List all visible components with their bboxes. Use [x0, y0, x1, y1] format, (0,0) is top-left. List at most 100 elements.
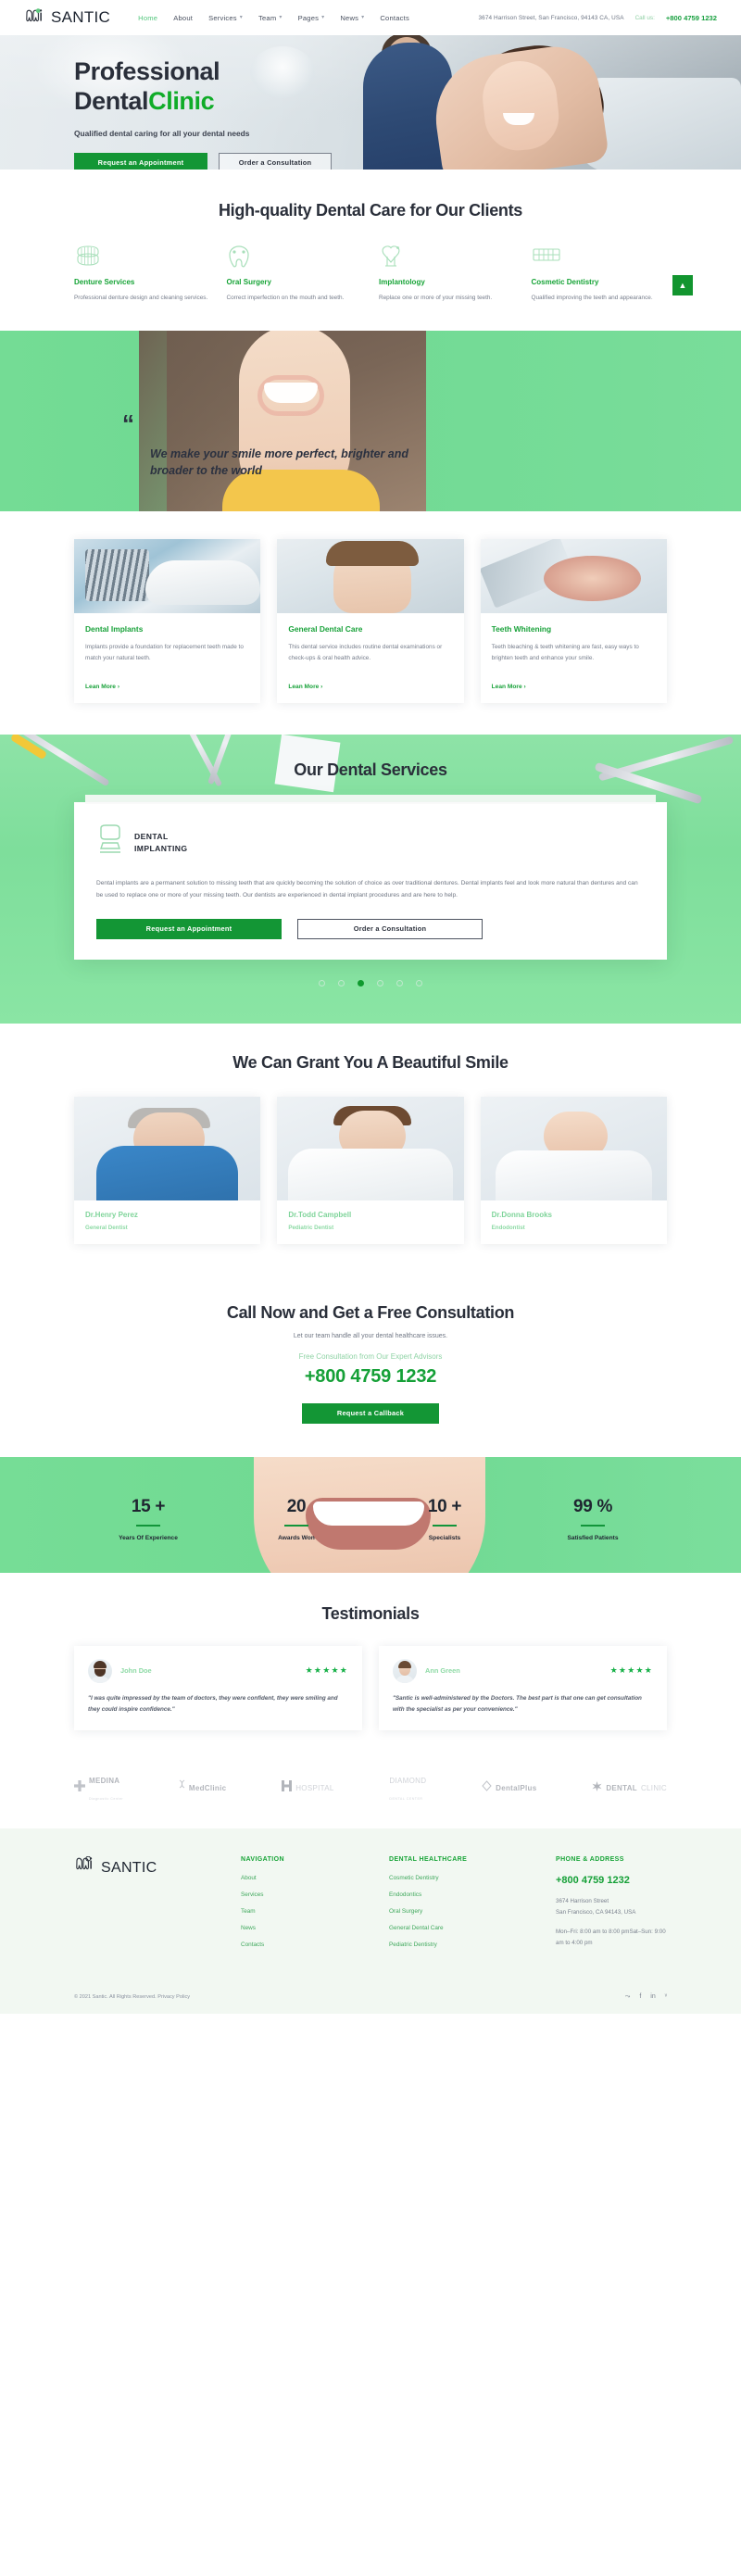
partner-logo-diamond[interactable]: DIAMOND DENTAL CENTER [389, 1771, 426, 1804]
request-callback-button[interactable]: Request a Callback [302, 1402, 439, 1424]
teeth-whitening-image [480, 539, 667, 614]
partner-sub: Diagnostic Center [89, 1797, 124, 1802]
feature-card[interactable]: Dental Implants Implants provide a found… [74, 539, 261, 704]
partner-logo-hospital[interactable]: HOSPITAL [282, 1779, 333, 1796]
footer-brand: SANTIC [74, 1855, 232, 1958]
cross-icon [74, 1779, 85, 1796]
dental-service-buttons: Request an Appointment Order a Consultat… [96, 918, 645, 939]
service-item[interactable]: Implantology Replace one or more of your… [379, 245, 515, 303]
avatar-coat-decor [396, 1676, 414, 1683]
slider-dot-6[interactable] [416, 979, 422, 986]
nav-item-pages[interactable]: Pages ▾ [298, 14, 325, 22]
rss-icon[interactable]: ⤳ [625, 1993, 631, 2001]
footer-link-news[interactable]: News [241, 1925, 380, 1931]
cta-section: Call Now and Get a Free Consultation Let… [0, 1275, 741, 1457]
member-coat-decor [288, 1148, 453, 1200]
team-member-card[interactable]: Dr.Todd Campbell Pediatric Dentist [277, 1096, 464, 1244]
facebook-icon[interactable]: f [639, 1993, 641, 2001]
feature-card-body: Teeth Whitening Teeth bleaching & teeth … [481, 613, 667, 703]
stats-section: 15 + Years Of Experience 20 Awards Won 1… [0, 1456, 741, 1573]
nav-item-news[interactable]: News ▾ [340, 14, 364, 22]
partner-name-secondary: CLINIC [640, 1783, 667, 1792]
footer-link-services[interactable]: Services [241, 1891, 380, 1898]
site-logo[interactable]: SANTIC [24, 8, 110, 27]
footer-bottom-bar: © 2021 Santic. All Rights Reserved. Priv… [74, 1982, 667, 2014]
team-member-card[interactable]: Dr.Henry Perez General Dentist [74, 1096, 261, 1244]
social-links: ⤳ f in ᵛ [625, 1993, 667, 2001]
nav-item-team[interactable]: Team ▾ [258, 14, 283, 22]
hero-order-consultation-button[interactable]: Order a Consultation [219, 152, 332, 170]
footer-link-general-dental-care[interactable]: General Dental Care [389, 1925, 546, 1931]
partner-logo-dentalclinic[interactable]: DENTAL CLINIC [592, 1779, 667, 1796]
feature-card[interactable]: General Dental Care This dental service … [277, 539, 464, 704]
nav-item-about[interactable]: About [173, 14, 193, 22]
hero-subtitle: Qualified dental caring for all your den… [74, 128, 250, 138]
footer-link-team[interactable]: Team [241, 1908, 380, 1915]
team-member-card[interactable]: Dr.Donna Brooks Endodontist [480, 1096, 667, 1244]
hero-request-appointment-button[interactable]: Request an Appointment [74, 152, 207, 170]
rating-stars: ★★★★★ [609, 1665, 653, 1676]
services-grid: Denture Services Professional denture de… [74, 245, 667, 303]
learn-more-link[interactable]: Lean More › [85, 684, 249, 690]
dna-icon [179, 1779, 185, 1796]
dental-service-title: DENTAL IMPLANTING [134, 831, 187, 855]
learn-more-link[interactable]: Lean More › [492, 684, 656, 690]
footer-container: SANTIC NAVIGATION About Services Team Ne… [74, 1855, 667, 2014]
learn-more-link[interactable]: Lean More › [288, 684, 452, 690]
nav-item-contacts[interactable]: Contacts [380, 14, 409, 22]
cta-subtitle: Let our team handle all your dental heal… [293, 1332, 448, 1339]
footer-link-pediatric-dentistry[interactable]: Pediatric Dentistry [389, 1941, 546, 1948]
h-icon [282, 1779, 293, 1796]
slider-dot-2[interactable] [338, 979, 345, 986]
stat-divider [433, 1524, 457, 1527]
service-request-appointment-button[interactable]: Request an Appointment [96, 918, 282, 939]
service-order-consultation-button[interactable]: Order a Consultation [297, 918, 483, 939]
footer-link-about[interactable]: About [241, 1875, 380, 1881]
linkedin-icon[interactable]: in [650, 1993, 655, 2001]
nav-label: Home [138, 13, 158, 22]
footer-link-oral-surgery[interactable]: Oral Surgery [389, 1908, 546, 1915]
nav-label: Team [258, 13, 277, 22]
slider-dot-3[interactable] [358, 979, 364, 986]
footer-link-contacts[interactable]: Contacts [241, 1941, 380, 1948]
partner-logo-medina[interactable]: MEDINA Diagnostic Center [74, 1771, 123, 1804]
main-nav: Home About Services ▾ Team ▾ Pages ▾ News ▾ … [138, 14, 409, 22]
stat-divider [581, 1524, 605, 1527]
feature-card[interactable]: Teeth Whitening Teeth bleaching & teeth … [480, 539, 667, 704]
partner-logo-dentalplus[interactable]: DentalPlus [482, 1779, 536, 1796]
footer-link-endodontics[interactable]: Endodontics [389, 1891, 546, 1898]
footer-phone[interactable]: +800 4759 1232 [556, 1875, 667, 1886]
stat-divider [284, 1524, 308, 1527]
scroll-to-top-button[interactable]: ▲ [672, 275, 693, 295]
tooth-logo-icon [74, 1855, 98, 1879]
slider-dot-5[interactable] [396, 979, 403, 986]
service-item[interactable]: Oral Surgery Correct imperfection on the… [227, 245, 363, 303]
footer-nav-heading: NAVIGATION [241, 1856, 284, 1864]
nav-item-services[interactable]: Services ▾ [208, 14, 243, 22]
team-member-info: Dr.Henry Perez General Dentist [74, 1200, 260, 1244]
hero-section: Professional DentalClinic Qualified dent… [0, 35, 741, 170]
partner-name: DentalPlus [496, 1783, 537, 1792]
service-title: Oral Surgery [226, 278, 271, 286]
partner-name-block: MEDINA Diagnostic Center [89, 1771, 123, 1804]
arrow-up-icon: ▲ [678, 281, 687, 290]
testimonial-text: "I was quite impressed by the team of do… [88, 1694, 338, 1713]
nav-item-home[interactable]: Home [138, 14, 157, 22]
service-item[interactable]: Denture Services Professional denture de… [74, 245, 210, 303]
nav-label: Contacts [380, 13, 409, 22]
partner-logo-medclinic[interactable]: MedClinic [179, 1779, 226, 1796]
feature-card-body: Dental Implants Implants provide a found… [74, 613, 260, 703]
slider-dot-4[interactable] [377, 979, 383, 986]
twitter-icon[interactable]: ᵛ [665, 1993, 667, 2001]
dental-services-section: Our Dental Services DENTAL IMPLANTING De… [0, 735, 741, 1024]
footer-logo[interactable]: SANTIC [74, 1855, 232, 1879]
dental-services-heading: Our Dental Services [294, 760, 447, 780]
header-phone[interactable]: +800 4759 1232 [666, 14, 717, 22]
team-member-name: Dr.Henry Perez [85, 1210, 138, 1219]
cta-phone[interactable]: +800 4759 1232 [74, 1366, 667, 1388]
braces-icon [532, 245, 668, 269]
service-item[interactable]: Cosmetic Dentistry Qualified improving t… [532, 245, 668, 303]
footer-link-cosmetic-dentistry[interactable]: Cosmetic Dentistry [389, 1875, 546, 1881]
slider-dot-1[interactable] [319, 979, 325, 986]
nav-label: About [173, 13, 194, 22]
